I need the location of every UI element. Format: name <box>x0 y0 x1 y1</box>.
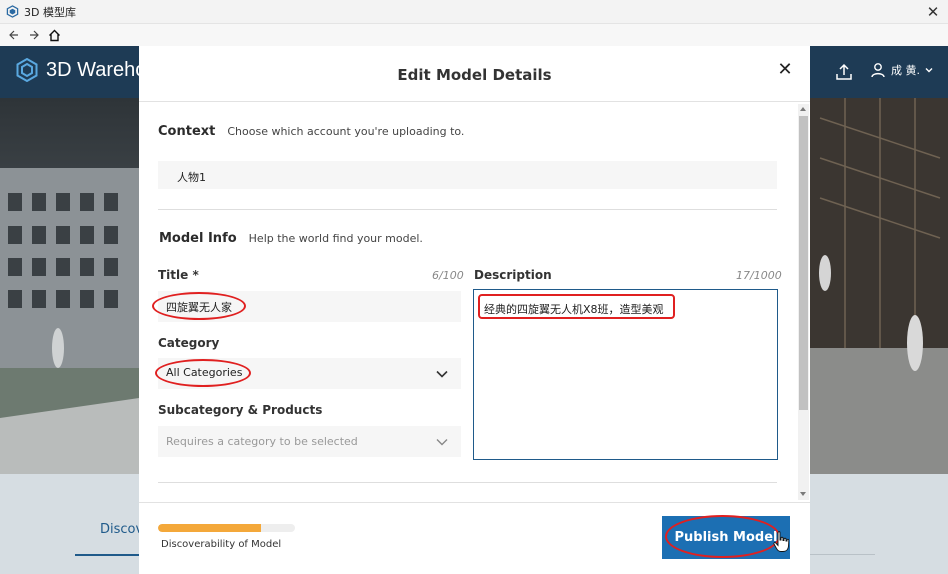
subcategory-label: Subcategory & Products <box>158 403 323 417</box>
section-divider <box>800 554 875 555</box>
chevron-down-icon <box>436 370 448 378</box>
app-logo-icon <box>6 5 19 18</box>
context-heading: Context <box>158 124 216 139</box>
title-label: Title * <box>158 268 199 282</box>
dialog-scrollbar[interactable] <box>798 104 809 500</box>
window-titlebar: 3D 模型库 ✕ <box>0 0 948 24</box>
dialog-title: Edit Model Details <box>397 66 552 84</box>
warehouse-logo-icon <box>16 58 38 82</box>
title-char-counter: 6/100 <box>432 269 464 282</box>
annotation-oval-publish <box>665 515 780 558</box>
back-button[interactable] <box>4 25 24 45</box>
annotation-box-description <box>478 294 675 319</box>
home-icon <box>48 29 60 41</box>
account-value: 人物1 <box>177 171 206 184</box>
forward-button[interactable] <box>24 25 44 45</box>
forward-arrow-icon <box>30 30 39 40</box>
dialog-header: Edit Model Details ✕ <box>139 46 810 102</box>
window-title: 3D 模型库 <box>24 5 76 19</box>
window-close-button[interactable]: ✕ <box>924 3 942 21</box>
navigation-bar <box>0 24 948 46</box>
annotation-oval-category <box>155 359 251 387</box>
section-divider <box>158 482 777 483</box>
context-description: Choose which account you're uploading to… <box>227 125 465 138</box>
edit-model-dialog: Edit Model Details ✕ Context Choose whic… <box>139 46 810 574</box>
section-divider <box>158 209 777 210</box>
chevron-down-icon <box>436 439 448 446</box>
annotation-oval-title <box>152 292 246 320</box>
description-label: Description <box>474 268 552 282</box>
model-info-description: Help the world find your model. <box>248 232 423 245</box>
discoverability-progress-bar <box>158 524 295 532</box>
hand-cursor-icon <box>773 531 789 552</box>
discoverability-label: Discoverability of Model <box>161 539 282 550</box>
upload-icon[interactable] <box>834 62 854 82</box>
user-menu[interactable]: 成 黄. <box>870 62 934 78</box>
tab-underline <box>75 554 145 556</box>
scroll-down-arrow-icon[interactable] <box>800 492 806 496</box>
model-info-heading: Model Info <box>159 231 237 246</box>
close-icon[interactable]: ✕ <box>775 60 795 80</box>
scrollbar-thumb[interactable] <box>799 116 808 410</box>
discoverability-progress-fill <box>158 524 261 532</box>
user-avatar-icon <box>871 63 885 78</box>
category-label: Category <box>158 336 220 350</box>
scroll-up-arrow-icon[interactable] <box>800 107 806 111</box>
subcategory-placeholder: Requires a category to be selected <box>166 435 358 448</box>
context-section-header: Context Choose which account you're uplo… <box>158 124 464 139</box>
user-name: 成 黄. <box>891 64 920 77</box>
model-info-section-header: Model Info Help the world find your mode… <box>159 231 423 246</box>
footer-divider <box>139 502 810 503</box>
subcategory-select[interactable]: Requires a category to be selected <box>158 426 461 457</box>
description-char-counter: 17/1000 <box>736 269 782 282</box>
account-selector[interactable]: 人物1 <box>158 161 777 189</box>
chevron-down-icon <box>925 68 933 73</box>
home-button[interactable] <box>44 25 64 45</box>
back-arrow-icon <box>9 30 18 40</box>
